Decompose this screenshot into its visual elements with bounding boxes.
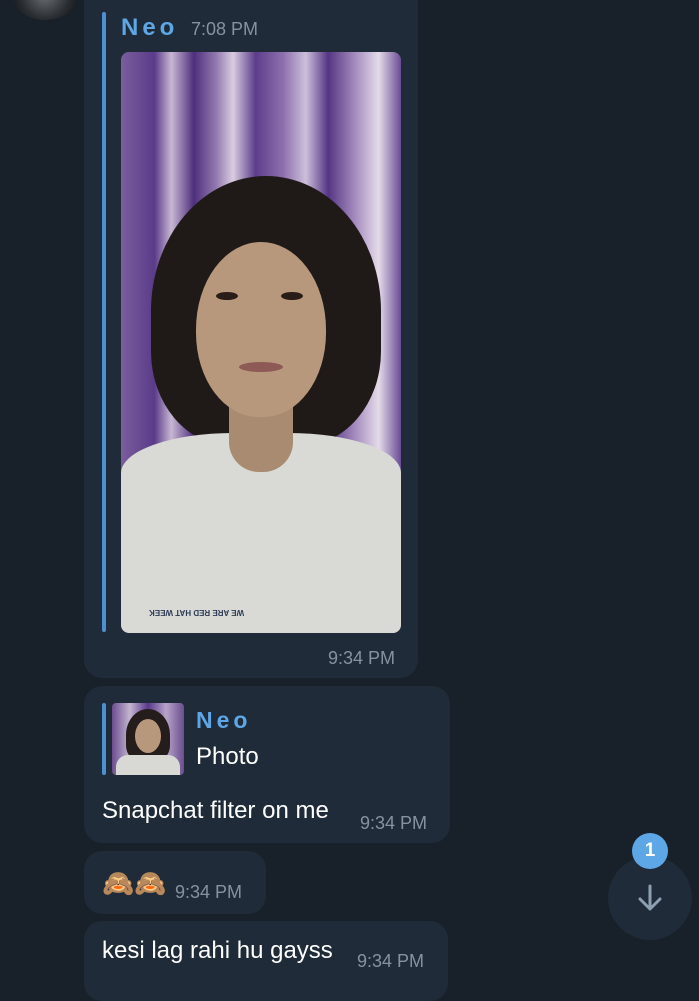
reply-quote-bar — [102, 703, 106, 775]
thumb-shirt — [116, 755, 180, 775]
photo-lips — [239, 362, 283, 372]
photo-message-time: 9:34 PM — [328, 648, 396, 668]
message-photo[interactable]: WE ARE RED HAT WEEK — [121, 52, 401, 633]
emoji-text: 🙈🙈 — [102, 868, 167, 898]
last-message-time: 9:34 PM — [357, 951, 425, 971]
reply-preview-text: Photo — [196, 743, 259, 770]
message-text: Snapchat filter on me — [102, 797, 329, 824]
forward-sender-name[interactable]: Neo — [121, 14, 178, 42]
sender-avatar[interactable] — [14, 0, 76, 20]
thumb-face — [135, 719, 161, 753]
photo-logo: WE ARE RED HAT WEEK — [149, 608, 245, 617]
reply-photo-thumbnail[interactable] — [112, 703, 184, 775]
reply-sender-name[interactable]: Neo — [196, 707, 251, 734]
forward-quote-bar — [102, 12, 106, 632]
last-message-text: kesi lag rahi hu gayss — [102, 937, 333, 964]
reply-message-time: 9:34 PM — [360, 813, 428, 833]
unread-count-badge: 1 — [632, 833, 668, 869]
emoji-message-time: 9:34 PM — [175, 882, 243, 902]
photo-face — [196, 242, 326, 417]
forward-time: 7:08 PM — [191, 19, 259, 39]
photo-eye-right — [281, 292, 303, 300]
photo-eye-left — [216, 292, 238, 300]
arrow-down-icon — [638, 884, 662, 911]
